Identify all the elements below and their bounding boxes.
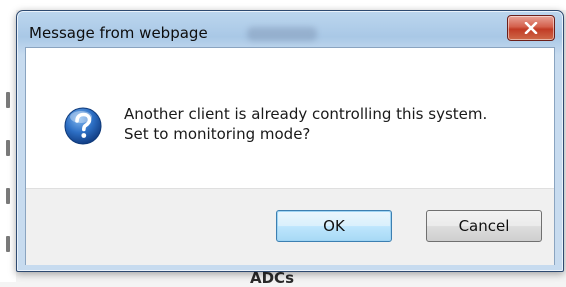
background-marker <box>6 92 10 108</box>
dialog-title: Message from webpage <box>29 24 208 42</box>
close-icon <box>524 22 538 34</box>
message-line: Another client is already controlling th… <box>124 105 488 123</box>
dialog-message: Another client is already controlling th… <box>124 104 487 144</box>
dialog-body: Another client is already controlling th… <box>25 47 555 265</box>
background-marker <box>6 236 10 252</box>
message-dialog: Message from webpage Another client is a… <box>16 10 564 272</box>
cancel-button[interactable]: Cancel <box>426 210 542 242</box>
question-icon <box>64 107 102 145</box>
background-marker <box>6 188 10 204</box>
dialog-content: Another client is already controlling th… <box>26 48 554 188</box>
ok-button[interactable]: OK <box>276 210 392 242</box>
blurred-title-fragment <box>247 27 317 41</box>
background-page <box>0 0 566 10</box>
dialog-button-bar: OK Cancel <box>26 188 554 265</box>
background-page-left <box>0 0 16 282</box>
background-marker <box>6 140 10 156</box>
message-line: Set to monitoring mode? <box>124 125 311 143</box>
close-button[interactable] <box>507 15 555 41</box>
